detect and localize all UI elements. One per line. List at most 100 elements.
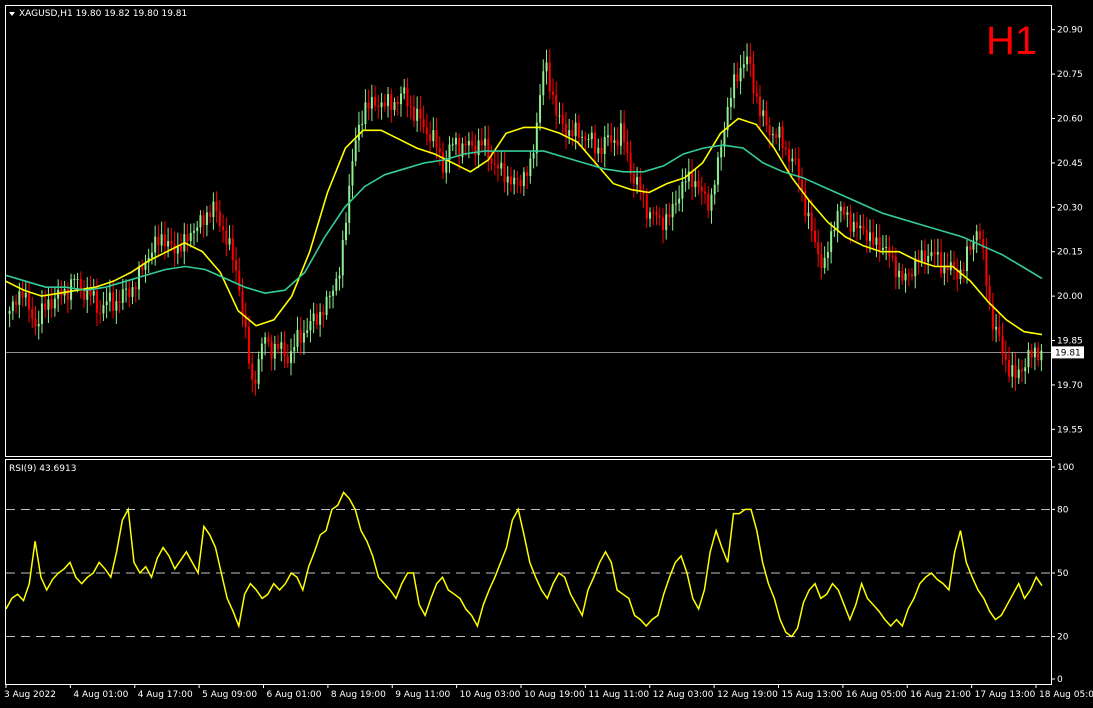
- time-tick-label: 5 Aug 09:00: [202, 690, 257, 700]
- candle: [83, 279, 86, 308]
- candle: [357, 111, 360, 153]
- candle: [141, 259, 144, 277]
- candle: [254, 370, 257, 396]
- candle: [771, 126, 774, 146]
- candle: [277, 334, 280, 354]
- candle: [791, 148, 794, 173]
- candle: [192, 223, 195, 246]
- candle: [930, 239, 933, 261]
- candle: [490, 145, 493, 171]
- candle: [125, 279, 128, 303]
- candle: [44, 290, 47, 319]
- candle: [1024, 358, 1027, 384]
- candle: [746, 43, 749, 72]
- candlesticks: [8, 43, 1043, 396]
- rsi-panel-frame: [5, 459, 1052, 685]
- candle: [393, 97, 396, 116]
- candle: [577, 114, 580, 147]
- candle: [157, 224, 160, 257]
- candle: [723, 121, 726, 157]
- candle: [804, 177, 807, 223]
- rsi-tick-label: 50: [1057, 569, 1069, 579]
- candle: [28, 281, 31, 323]
- price-tick-label: 20.60: [1057, 115, 1083, 125]
- candle: [199, 210, 202, 234]
- candle: [328, 291, 331, 309]
- candle: [539, 84, 542, 131]
- candle: [933, 239, 936, 267]
- candle: [480, 128, 483, 153]
- candle: [409, 95, 412, 120]
- symbol-menu-icon[interactable]: [9, 12, 15, 16]
- candle: [885, 234, 888, 261]
- candle: [283, 330, 286, 369]
- candle: [474, 134, 477, 166]
- candle: [79, 271, 82, 299]
- candle: [312, 302, 315, 334]
- candle: [639, 168, 642, 201]
- candle: [244, 302, 247, 339]
- candle: [280, 331, 283, 362]
- candle: [619, 110, 622, 155]
- candle: [8, 306, 11, 328]
- candle: [830, 221, 833, 264]
- candle: [209, 204, 212, 224]
- rsi-series: [5, 491, 1043, 638]
- candle: [108, 279, 111, 312]
- price-panel-frame: [5, 5, 1052, 457]
- candle: [707, 186, 710, 219]
- candle: [15, 294, 18, 314]
- candle: [374, 85, 377, 112]
- candle: [548, 49, 551, 100]
- candle: [186, 223, 189, 253]
- candle: [606, 123, 609, 146]
- candle: [843, 202, 846, 221]
- candle: [781, 120, 784, 159]
- candle: [542, 59, 545, 105]
- candle: [826, 241, 829, 271]
- candle: [836, 203, 839, 243]
- candle: [943, 252, 946, 286]
- candle: [568, 118, 571, 145]
- time-tick-label: 4 Aug 01:00: [73, 690, 128, 700]
- candle: [545, 49, 548, 85]
- candle: [89, 276, 92, 306]
- candle: [739, 54, 742, 95]
- candle: [953, 251, 956, 281]
- candle: [364, 89, 367, 130]
- candle: [891, 245, 894, 262]
- candle: [532, 144, 535, 169]
- candle: [762, 99, 765, 127]
- candle: [451, 137, 454, 152]
- candle: [31, 296, 34, 328]
- time-tick-label: 15 Aug 13:00: [782, 690, 843, 700]
- candle: [509, 167, 512, 192]
- candle: [429, 121, 432, 154]
- candle: [131, 280, 134, 305]
- candle: [160, 221, 163, 253]
- candle: [231, 224, 234, 273]
- candle: [526, 165, 529, 190]
- candle: [904, 268, 907, 293]
- candle: [189, 223, 192, 248]
- candle: [176, 232, 179, 265]
- candle: [218, 200, 221, 233]
- candle: [467, 132, 470, 159]
- rsi-title: RSI(9) 43.6913: [9, 464, 76, 474]
- price-tick-label: 20.00: [1057, 292, 1083, 302]
- candle: [529, 150, 532, 184]
- candle: [590, 126, 593, 149]
- candle: [564, 111, 567, 150]
- candle: [390, 88, 393, 123]
- candle: [817, 229, 820, 268]
- candle: [1011, 352, 1014, 388]
- candle: [315, 303, 318, 330]
- candle: [497, 151, 500, 182]
- candle: [839, 201, 842, 223]
- candle: [1040, 343, 1043, 372]
- time-tick-label: 8 Aug 19:00: [331, 690, 386, 700]
- candle: [506, 165, 509, 196]
- candle: [856, 212, 859, 241]
- candle: [784, 140, 787, 156]
- candle: [972, 235, 975, 262]
